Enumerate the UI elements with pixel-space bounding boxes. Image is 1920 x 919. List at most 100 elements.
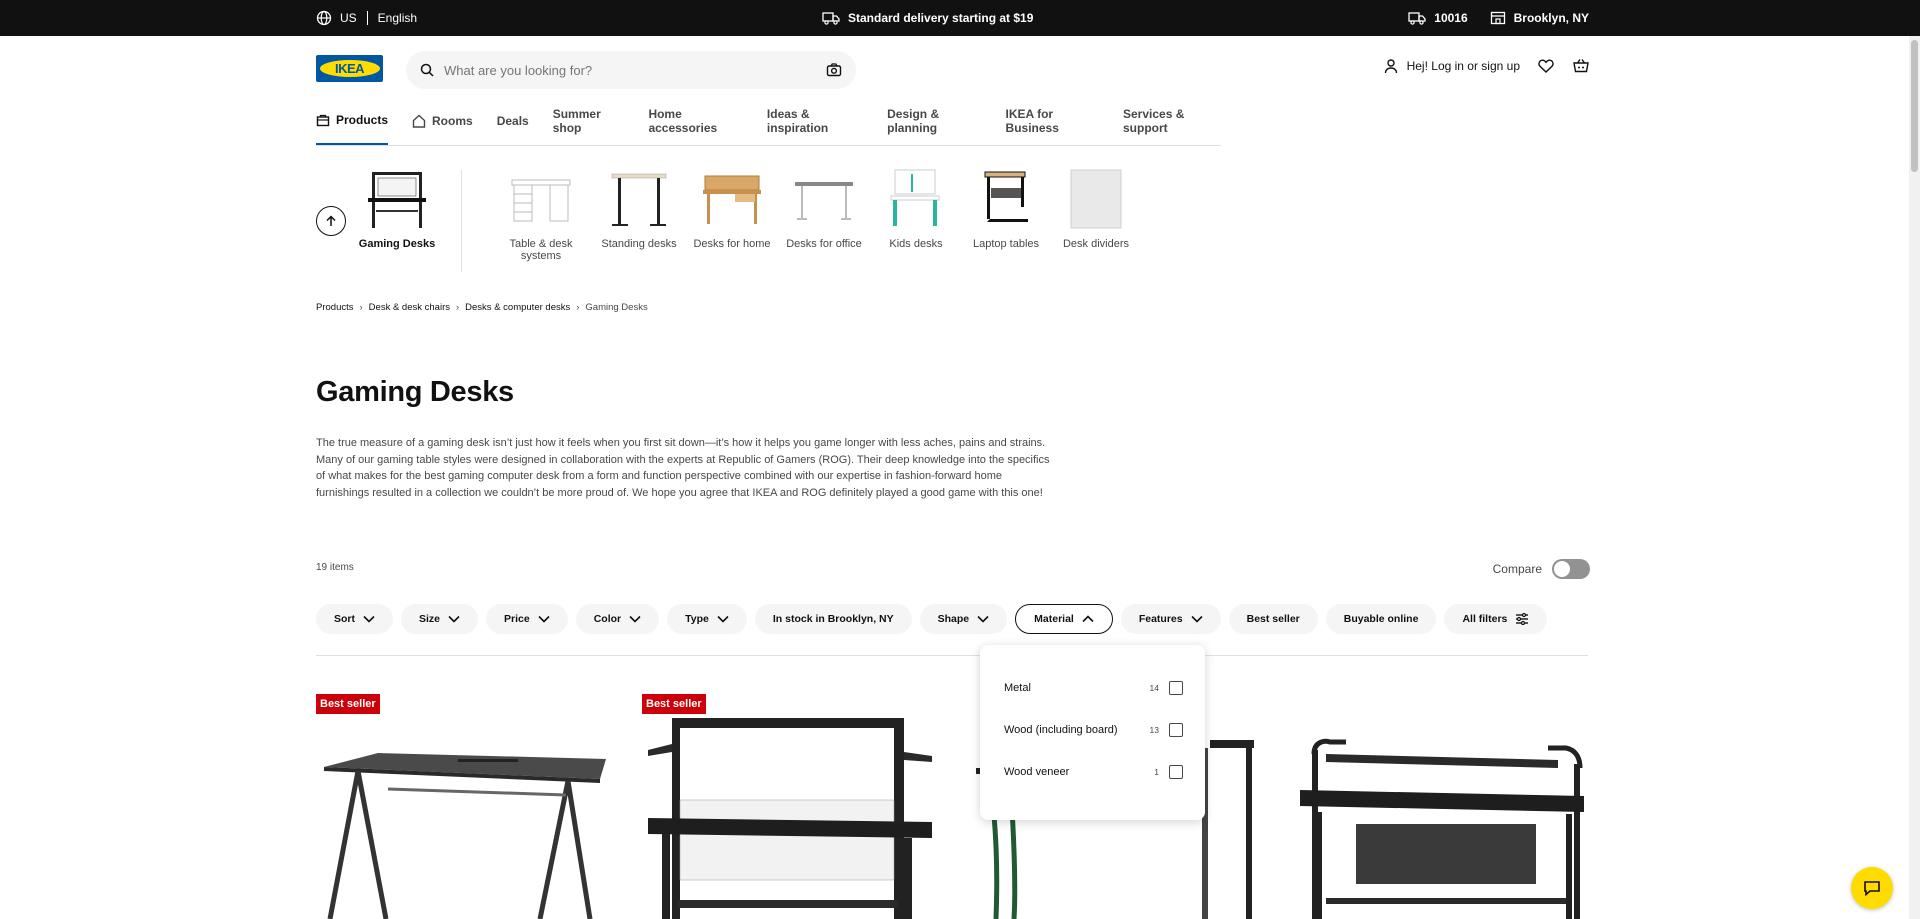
category-table-desk-systems[interactable]: Table & desk systems	[496, 168, 586, 262]
option-checkbox[interactable]	[1169, 765, 1183, 779]
locale-divider	[366, 11, 368, 25]
back-to-parent-button[interactable]	[316, 206, 346, 236]
option-label: Wood (including board)	[1004, 724, 1118, 736]
filter-in-stock[interactable]: In stock in Brooklyn, NY	[754, 604, 912, 634]
search-input[interactable]	[444, 62, 826, 78]
category-label: Desks for home	[693, 238, 771, 250]
category-label: Desks for office	[786, 238, 862, 250]
filter-sort[interactable]: Sort	[316, 604, 393, 634]
filter-label: Sort	[334, 613, 355, 625]
office-desk-thumb	[795, 182, 853, 220]
chevron-down-icon	[448, 615, 460, 623]
breadcrumb-computer-desks[interactable]: Desks & computer desks	[465, 302, 570, 313]
kids-desk-thumb	[890, 169, 940, 226]
category-kids-desks[interactable]: Kids desks	[876, 168, 956, 250]
filter-material[interactable]: Material	[1015, 604, 1113, 634]
nav-products[interactable]: Products	[316, 108, 389, 145]
filter-all-filters[interactable]: All filters	[1444, 604, 1548, 634]
option-count: 14	[1149, 683, 1159, 693]
nav-label: IKEA for Business	[1005, 106, 1059, 135]
camera-icon[interactable]	[826, 63, 842, 77]
filter-label: Color	[593, 613, 622, 625]
locale-selector[interactable]: US English	[316, 0, 417, 36]
nav-ikea-business[interactable]: IKEA for Business	[1005, 106, 1099, 145]
laptop-table-thumb	[984, 171, 1028, 222]
filter-best-seller[interactable]: Best seller	[1228, 604, 1318, 634]
chat-button[interactable]	[1851, 867, 1893, 909]
product-image-desk-4[interactable]	[1296, 738, 1586, 919]
delivery-banner[interactable]: Standard delivery starting at $19	[822, 0, 1033, 36]
filter-label: Size	[419, 613, 441, 625]
heart-icon[interactable]	[1538, 59, 1554, 73]
scrollbar-thumb[interactable]	[1911, 40, 1918, 172]
zip-selector[interactable]: 10016	[1408, 11, 1468, 25]
main-nav: Products Rooms Deals Summer shop Home ac…	[316, 106, 1221, 146]
page-title: Gaming Desks	[316, 376, 514, 408]
product-image-desk-1[interactable]	[318, 745, 610, 919]
cart-icon[interactable]	[1572, 58, 1590, 74]
filter-label: Features	[1138, 613, 1183, 625]
category-laptop-tables[interactable]: Laptop tables	[966, 168, 1046, 250]
nav-services-support[interactable]: Services & support	[1123, 107, 1221, 145]
filter-label: All filters	[1462, 613, 1508, 625]
nav-summer-shop[interactable]: Summer shop	[552, 106, 625, 145]
filter-label: Material	[1034, 613, 1074, 625]
item-count: 19 items	[316, 562, 354, 573]
ikea-logo[interactable]: IKEA	[316, 55, 383, 82]
filter-features[interactable]: Features	[1120, 604, 1221, 634]
logo-text: IKEA	[334, 61, 365, 76]
filter-price[interactable]: Price	[486, 604, 568, 634]
filter-label: Best seller	[1246, 613, 1300, 625]
store-selector[interactable]: Brooklyn, NY	[1490, 11, 1589, 25]
store-icon	[1490, 11, 1505, 25]
compare-control[interactable]: Compare	[1493, 559, 1590, 579]
material-option-wood-veneer[interactable]: Wood veneer 1	[1002, 751, 1183, 793]
material-option-wood[interactable]: Wood (including board) 13	[1002, 709, 1183, 751]
nav-ideas-inspiration[interactable]: Ideas & inspiration	[767, 107, 863, 145]
search-bar[interactable]	[406, 51, 856, 89]
category-desks-for-office[interactable]: Desks for office	[784, 168, 864, 250]
chevron-down-icon	[363, 615, 375, 623]
login-link[interactable]: Hej! Log in or sign up	[1383, 58, 1520, 74]
filter-divider	[316, 655, 1588, 656]
option-checkbox[interactable]	[1169, 681, 1183, 695]
nav-label: Design & planning	[887, 106, 940, 135]
filter-color[interactable]: Color	[575, 604, 660, 634]
category-standing-desks[interactable]: Standing desks	[599, 168, 679, 250]
chat-icon	[1864, 881, 1880, 896]
breadcrumb-products[interactable]: Products	[316, 302, 354, 313]
chevron-down-icon	[717, 615, 729, 623]
material-option-metal[interactable]: Metal 14	[1002, 667, 1183, 709]
filter-shape[interactable]: Shape	[919, 604, 1008, 634]
top-bar: US English Standard delivery starting at…	[0, 0, 1920, 36]
nav-label: Products	[336, 112, 389, 127]
category-label: Table & desk systems	[509, 238, 573, 262]
filter-label: Price	[504, 613, 530, 625]
gaming-desk-thumb	[368, 172, 426, 228]
nav-label: Summer shop	[552, 106, 601, 135]
filter-label: Buyable online	[1343, 613, 1419, 625]
category-desks-for-home[interactable]: Desks for home	[692, 168, 772, 250]
breadcrumb-desk-chairs[interactable]: Desk & desk chairs	[369, 302, 450, 313]
zip-label: 10016	[1434, 11, 1468, 25]
nav-deals[interactable]: Deals	[497, 108, 529, 145]
filter-buyable-online[interactable]: Buyable online	[1325, 604, 1437, 634]
category-current[interactable]: Gaming Desks	[358, 168, 436, 250]
compare-toggle[interactable]	[1552, 559, 1590, 579]
page-scrollbar[interactable]	[1909, 36, 1920, 919]
bag-icon	[316, 114, 330, 126]
nav-home-accessories[interactable]: Home accessories	[648, 107, 742, 145]
filter-size[interactable]: Size	[401, 604, 479, 634]
category-label: Desk dividers	[1062, 238, 1130, 250]
category-label: Laptop tables	[972, 238, 1040, 250]
product-image-desk-2[interactable]	[642, 710, 937, 919]
nav-design-planning[interactable]: Design & planning	[887, 106, 981, 145]
standing-desk-thumb	[611, 173, 667, 226]
category-desk-dividers[interactable]: Desk dividers	[1056, 168, 1136, 250]
store-label: Brooklyn, NY	[1513, 11, 1589, 25]
filter-type[interactable]: Type	[667, 604, 747, 634]
material-dropdown: Metal 14 Wood (including board) 13 Wood …	[980, 645, 1205, 820]
option-checkbox[interactable]	[1169, 723, 1183, 737]
chevron-right-icon: ›	[455, 302, 460, 313]
nav-rooms[interactable]: Rooms	[412, 108, 473, 145]
